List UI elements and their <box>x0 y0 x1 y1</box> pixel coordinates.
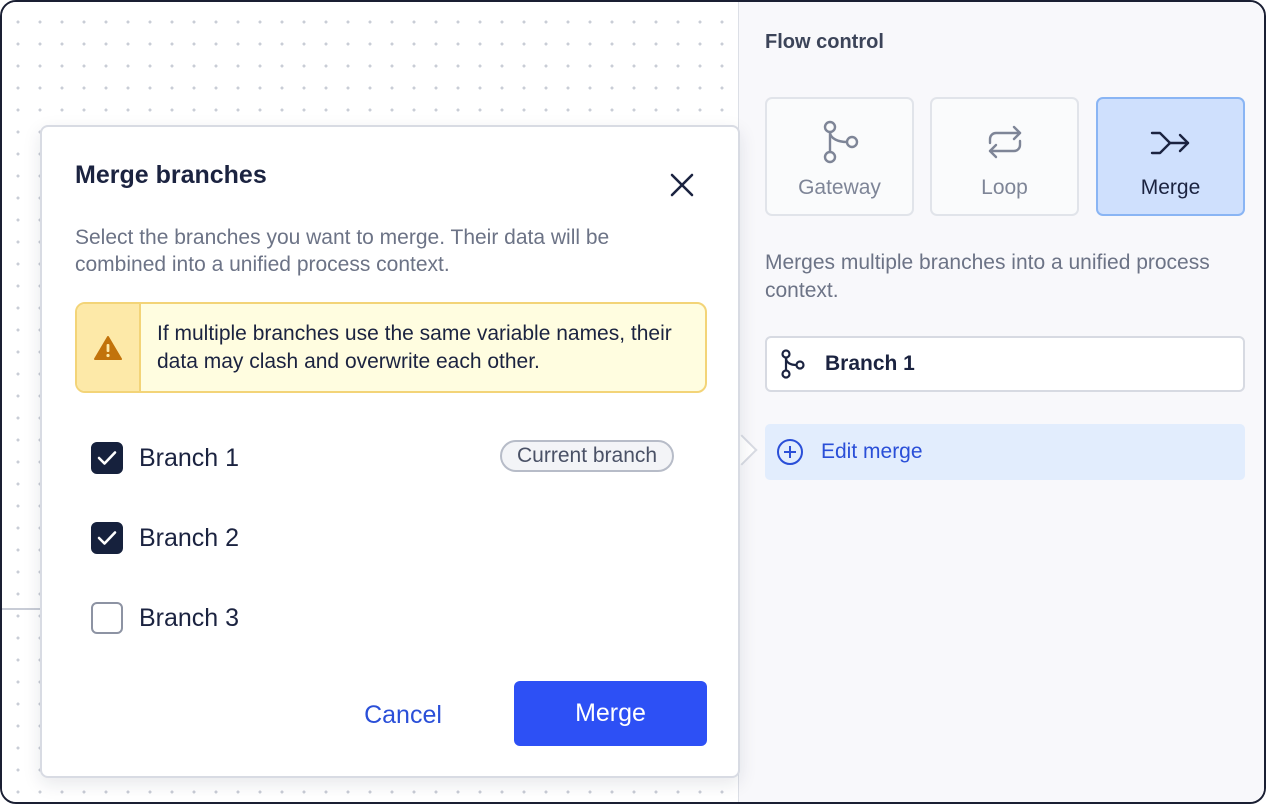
warning-icon-box <box>77 304 141 391</box>
gateway-icon <box>823 120 858 164</box>
branch-2-label: Branch 2 <box>139 523 240 552</box>
merge-label: Merge <box>1140 176 1201 199</box>
warning-callout: If multiple branches use the same variab… <box>75 302 707 393</box>
branch-3-label: Branch 3 <box>139 603 240 632</box>
plus-circle-icon <box>777 439 803 465</box>
branch-field-label: Branch 1 <box>825 352 915 375</box>
edit-merge-button[interactable]: Edit merge <box>765 424 1245 480</box>
warning-text: If multiple branches use the same variab… <box>157 322 672 373</box>
loop-label: Loop <box>981 176 1028 199</box>
app-window: Flow control Gateway Loop Merge Merges m… <box>0 0 1266 804</box>
branch-2-checkbox[interactable] <box>91 522 123 554</box>
warning-icon <box>94 335 122 360</box>
edit-merge-label: Edit merge <box>821 440 923 463</box>
current-branch-badge: Current branch <box>500 440 675 472</box>
close-icon <box>670 173 694 197</box>
merge-branches-dialog: Merge branches Select the branches you w… <box>40 125 740 778</box>
branch-3-checkbox[interactable] <box>91 602 123 634</box>
flow-control-panel: Flow control Gateway Loop Merge Merges m… <box>738 2 1264 802</box>
panel-title: Flow control <box>765 31 884 53</box>
loop-tile[interactable]: Loop <box>930 97 1079 216</box>
branch-1-label: Branch 1 <box>139 443 240 472</box>
cancel-button[interactable]: Cancel <box>338 683 468 747</box>
branch-option-3[interactable]: Branch 3 <box>91 601 691 635</box>
connector-line <box>2 608 42 610</box>
gateway-tile[interactable]: Gateway <box>765 97 914 216</box>
merge-icon <box>1150 131 1189 155</box>
gateway-label: Gateway <box>798 176 881 199</box>
branch-option-2[interactable]: Branch 2 <box>91 521 691 555</box>
dialog-description: Select the branches you want to merge. T… <box>75 226 610 276</box>
dialog-title: Merge branches <box>75 161 267 189</box>
check-icon <box>97 531 117 545</box>
loop-icon <box>988 125 1021 159</box>
check-icon <box>97 451 117 465</box>
branch-1-checkbox[interactable] <box>91 442 123 474</box>
branch-icon <box>781 349 805 379</box>
merge-button[interactable]: Merge <box>514 681 707 746</box>
merge-tile[interactable]: Merge <box>1096 97 1245 216</box>
branch-option-1[interactable]: Branch 1 Current branch <box>91 440 691 475</box>
close-button[interactable] <box>664 167 700 203</box>
branch-field[interactable]: Branch 1 <box>765 336 1245 392</box>
merge-description: Merges multiple branches into a unified … <box>765 251 1210 302</box>
